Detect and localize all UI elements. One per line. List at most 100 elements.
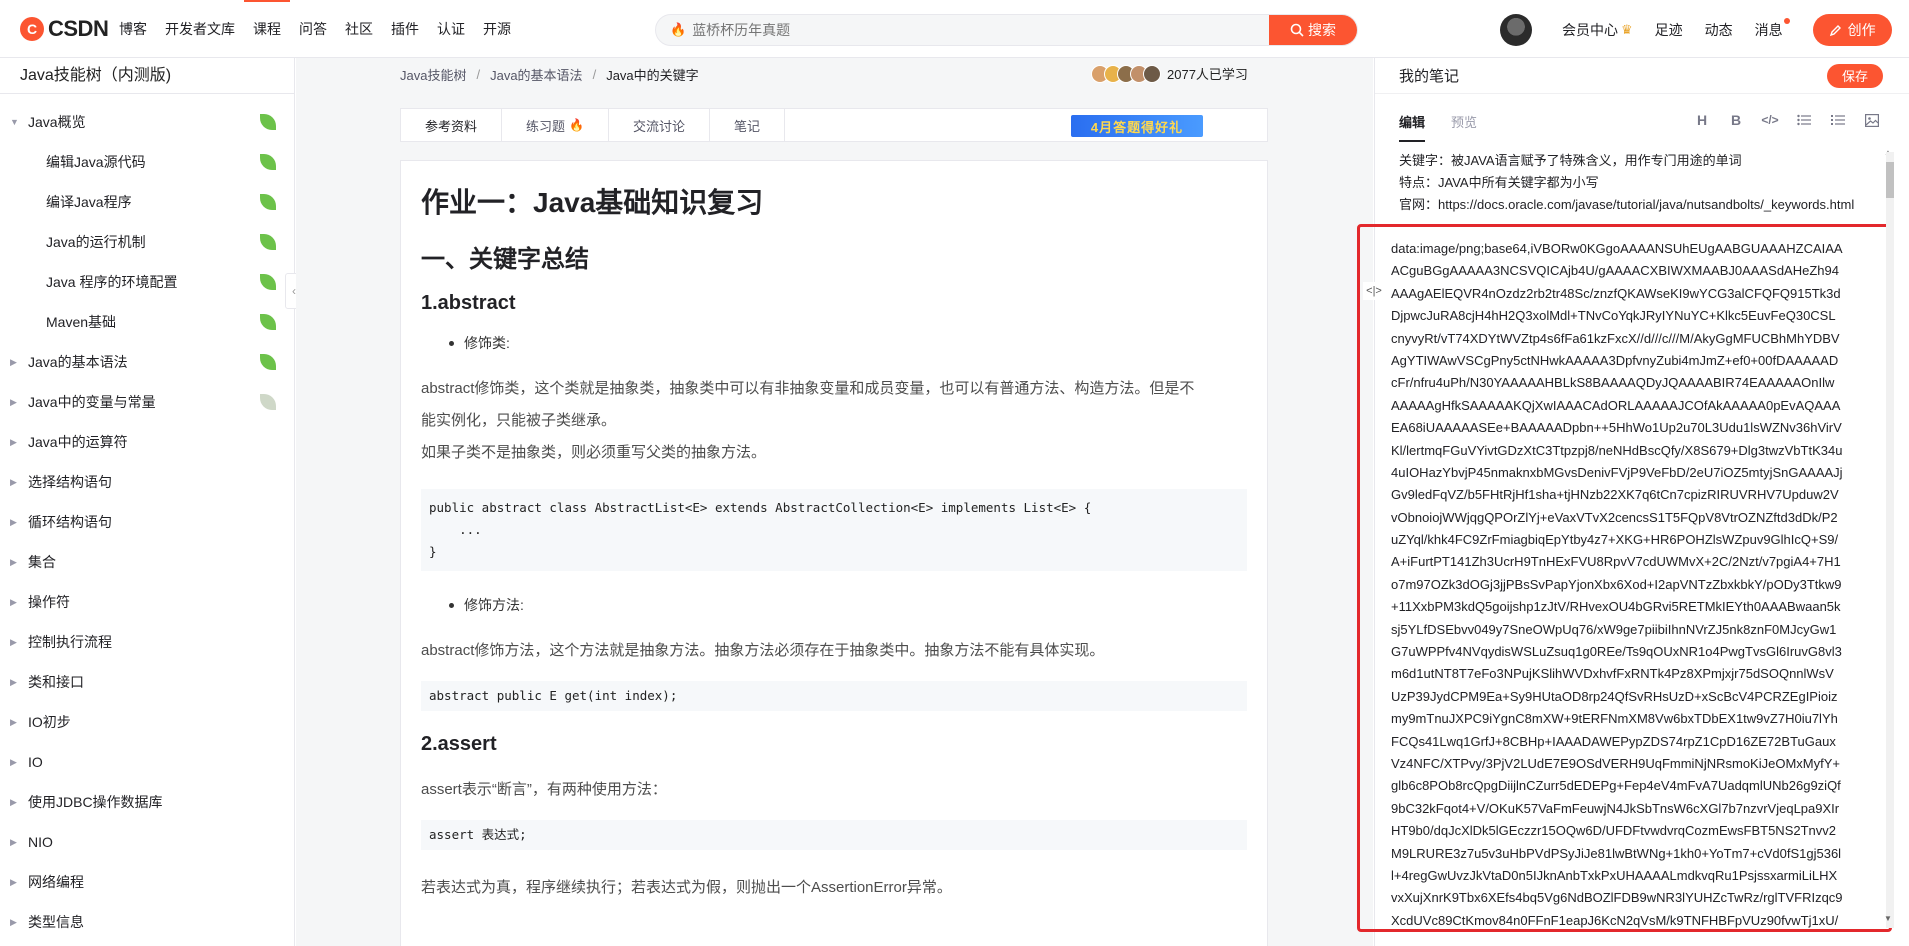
- save-button[interactable]: 保存: [1827, 63, 1883, 88]
- sidebar-item-label: Java中的运算符: [28, 434, 128, 450]
- nav-item-certification[interactable]: 认证: [428, 0, 474, 58]
- sidebar-item-label: 类型信息: [28, 914, 84, 930]
- csdn-logo[interactable]: C CSDN: [20, 16, 109, 42]
- leaf-progress-icon: [260, 194, 276, 210]
- sidebar-item-label: 类和接口: [28, 674, 84, 690]
- search-input[interactable]: [686, 15, 1269, 45]
- list-item: 修饰类:: [449, 333, 1247, 353]
- skill-tree-sidebar: Java技能树（内测版) ▼ Java概览 编辑Java源代码 编译Java程序 Jav…: [0, 58, 295, 946]
- sidebar-tree-item[interactable]: ▶ 操作符: [0, 582, 294, 622]
- note-line: 官网：https://docs.oracle.com/javase/tutori…: [1399, 197, 1855, 212]
- image-icon[interactable]: [1863, 110, 1881, 130]
- create-button-label: 创作: [1847, 22, 1876, 38]
- caret-right-icon: ▶: [10, 356, 17, 367]
- tab-edit[interactable]: 编辑: [1399, 104, 1426, 142]
- search-button-label: 搜索: [1308, 22, 1336, 38]
- sidebar-item-label: Java 程序的环境配置: [46, 274, 178, 290]
- notes-scrollbar[interactable]: [1886, 152, 1894, 928]
- sidebar-tree-item[interactable]: 编译Java程序: [0, 182, 294, 222]
- sidebar-tree-item[interactable]: ▶ Java的基本语法: [0, 342, 294, 382]
- learners-count: 2077人已学习: [1167, 67, 1248, 82]
- footprint-link[interactable]: 足迹: [1655, 20, 1683, 40]
- leaf-progress-icon: [260, 394, 276, 410]
- logo-text: CSDN: [48, 16, 109, 41]
- member-center-link[interactable]: 会员中心 ♛: [1562, 20, 1633, 40]
- sidebar-tree-item[interactable]: ▶ Java中的运算符: [0, 422, 294, 462]
- list-item-text: 修饰方法:: [464, 597, 524, 613]
- bold-icon[interactable]: B: [1727, 110, 1745, 130]
- breadcrumb-item[interactable]: Java技能树: [400, 65, 466, 84]
- tab-references[interactable]: 参考资料: [401, 109, 503, 141]
- sidebar-tree-item[interactable]: ▶ NIO: [0, 822, 294, 862]
- sidebar-tree-item[interactable]: ▼ Java概览: [0, 102, 294, 142]
- sidebar-tree-item[interactable]: ▶ 集合: [0, 542, 294, 582]
- content-tabs: 参考资料 练习题 🔥 交流讨论 笔记 4月答题得好礼: [400, 108, 1268, 142]
- caret-right-icon: ▶: [10, 516, 17, 527]
- sidebar-tree-item[interactable]: 编辑Java源代码: [0, 142, 294, 182]
- nav-item-courses[interactable]: 课程: [244, 0, 290, 58]
- resize-handle-icon[interactable]: <|>: [1363, 282, 1385, 300]
- sidebar-tree-item[interactable]: ▶ 网络编程: [0, 862, 294, 902]
- unordered-list-icon[interactable]: [1795, 110, 1813, 130]
- tab-preview[interactable]: 预览: [1451, 104, 1477, 138]
- breadcrumb-separator: /: [476, 66, 481, 82]
- breadcrumb-item[interactable]: Java的基本语法: [490, 65, 582, 84]
- sidebar-item-label: Java的运行机制: [46, 234, 146, 250]
- sidebar-item-label: 操作符: [28, 594, 70, 610]
- messages-link[interactable]: 消息: [1754, 18, 1790, 40]
- sidebar-tree-item[interactable]: ▶ 循环结构语句: [0, 502, 294, 542]
- search-button[interactable]: 搜索: [1269, 15, 1357, 45]
- leaf-progress-icon: [260, 354, 276, 370]
- nav-item-open-source[interactable]: 开源: [474, 0, 520, 58]
- list-item-text: 修饰类:: [464, 335, 510, 351]
- caret-right-icon: ▶: [10, 916, 17, 927]
- scrollbar-thumb[interactable]: [1886, 162, 1894, 198]
- nav-item-plugins[interactable]: 插件: [382, 0, 428, 58]
- sidebar-item-label: Java概览: [28, 114, 86, 130]
- subsection-heading: 2.assert: [421, 733, 497, 755]
- create-button[interactable]: 创作: [1812, 14, 1892, 46]
- nav-item-blog[interactable]: 博客: [110, 0, 156, 58]
- avatar[interactable]: [1500, 14, 1532, 46]
- sidebar-tree-item[interactable]: Maven基础: [0, 302, 294, 342]
- paragraph-line: 能实例化，只能被子类继承。: [421, 412, 617, 429]
- sidebar-tree-item[interactable]: ▶ Java中的变量与常量: [0, 382, 294, 422]
- sidebar-tree-item[interactable]: ▶ 选择结构语句: [0, 462, 294, 502]
- sidebar-tree-item[interactable]: ▶ 使用JDBC操作数据库: [0, 782, 294, 822]
- nav-item-qa[interactable]: 问答: [290, 0, 336, 58]
- sidebar-item-label: 编辑Java源代码: [46, 154, 146, 170]
- heading-icon[interactable]: H: [1693, 110, 1711, 130]
- nav-item-community[interactable]: 社区: [336, 0, 382, 58]
- note-line: 关键字：被JAVA语言赋予了特殊含义，用作专门用途的单词: [1399, 153, 1742, 168]
- sidebar-tree-item[interactable]: ▶ IO: [0, 742, 294, 782]
- tab-notes[interactable]: 笔记: [710, 109, 786, 141]
- caret-right-icon: ▶: [10, 436, 17, 447]
- nav-item-dev-library[interactable]: 开发者文库: [156, 0, 244, 58]
- learner-avatars: [1091, 64, 1161, 83]
- code-icon[interactable]: </>: [1761, 110, 1779, 130]
- ordered-list-icon[interactable]: [1829, 110, 1847, 130]
- leaf-progress-icon: [260, 314, 276, 330]
- sidebar-tree-item[interactable]: ▶ 控制执行流程: [0, 622, 294, 662]
- pen-icon: [1829, 24, 1841, 36]
- tab-exercises[interactable]: 练习题 🔥: [502, 109, 609, 141]
- sidebar-tree-item[interactable]: ▶ 类和接口: [0, 662, 294, 702]
- promo-banner[interactable]: 4月答题得好礼: [1071, 115, 1203, 137]
- breadcrumb-current: Java中的关键字: [606, 67, 699, 83]
- activity-link[interactable]: 动态: [1705, 20, 1733, 40]
- editor-toolbar: H B </>: [1693, 110, 1881, 130]
- code-block: assert 表达式;: [421, 820, 1247, 850]
- sidebar-item-label: 使用JDBC操作数据库: [28, 794, 163, 810]
- section-heading: 一、关键字总结: [421, 246, 589, 273]
- sidebar-tree-item[interactable]: Java的运行机制: [0, 222, 294, 262]
- sidebar-item-label: 编译Java程序: [46, 194, 132, 210]
- tab-discussion[interactable]: 交流讨论: [609, 109, 710, 141]
- sidebar-tree-item[interactable]: ▶ 类型信息: [0, 902, 294, 942]
- notes-title: 我的笔记: [1399, 68, 1460, 85]
- scroll-down-arrow-icon[interactable]: ▼: [1884, 914, 1892, 923]
- messages-label: 消息: [1754, 22, 1783, 38]
- notes-editor[interactable]: 关键字：被JAVA语言赋予了特殊含义，用作专门用途的单词 特点：JAVA中所有关…: [1399, 150, 1879, 216]
- caret-right-icon: ▶: [10, 676, 17, 687]
- sidebar-tree-item[interactable]: ▶ IO初步: [0, 702, 294, 742]
- sidebar-tree-item[interactable]: Java 程序的环境配置: [0, 262, 294, 302]
